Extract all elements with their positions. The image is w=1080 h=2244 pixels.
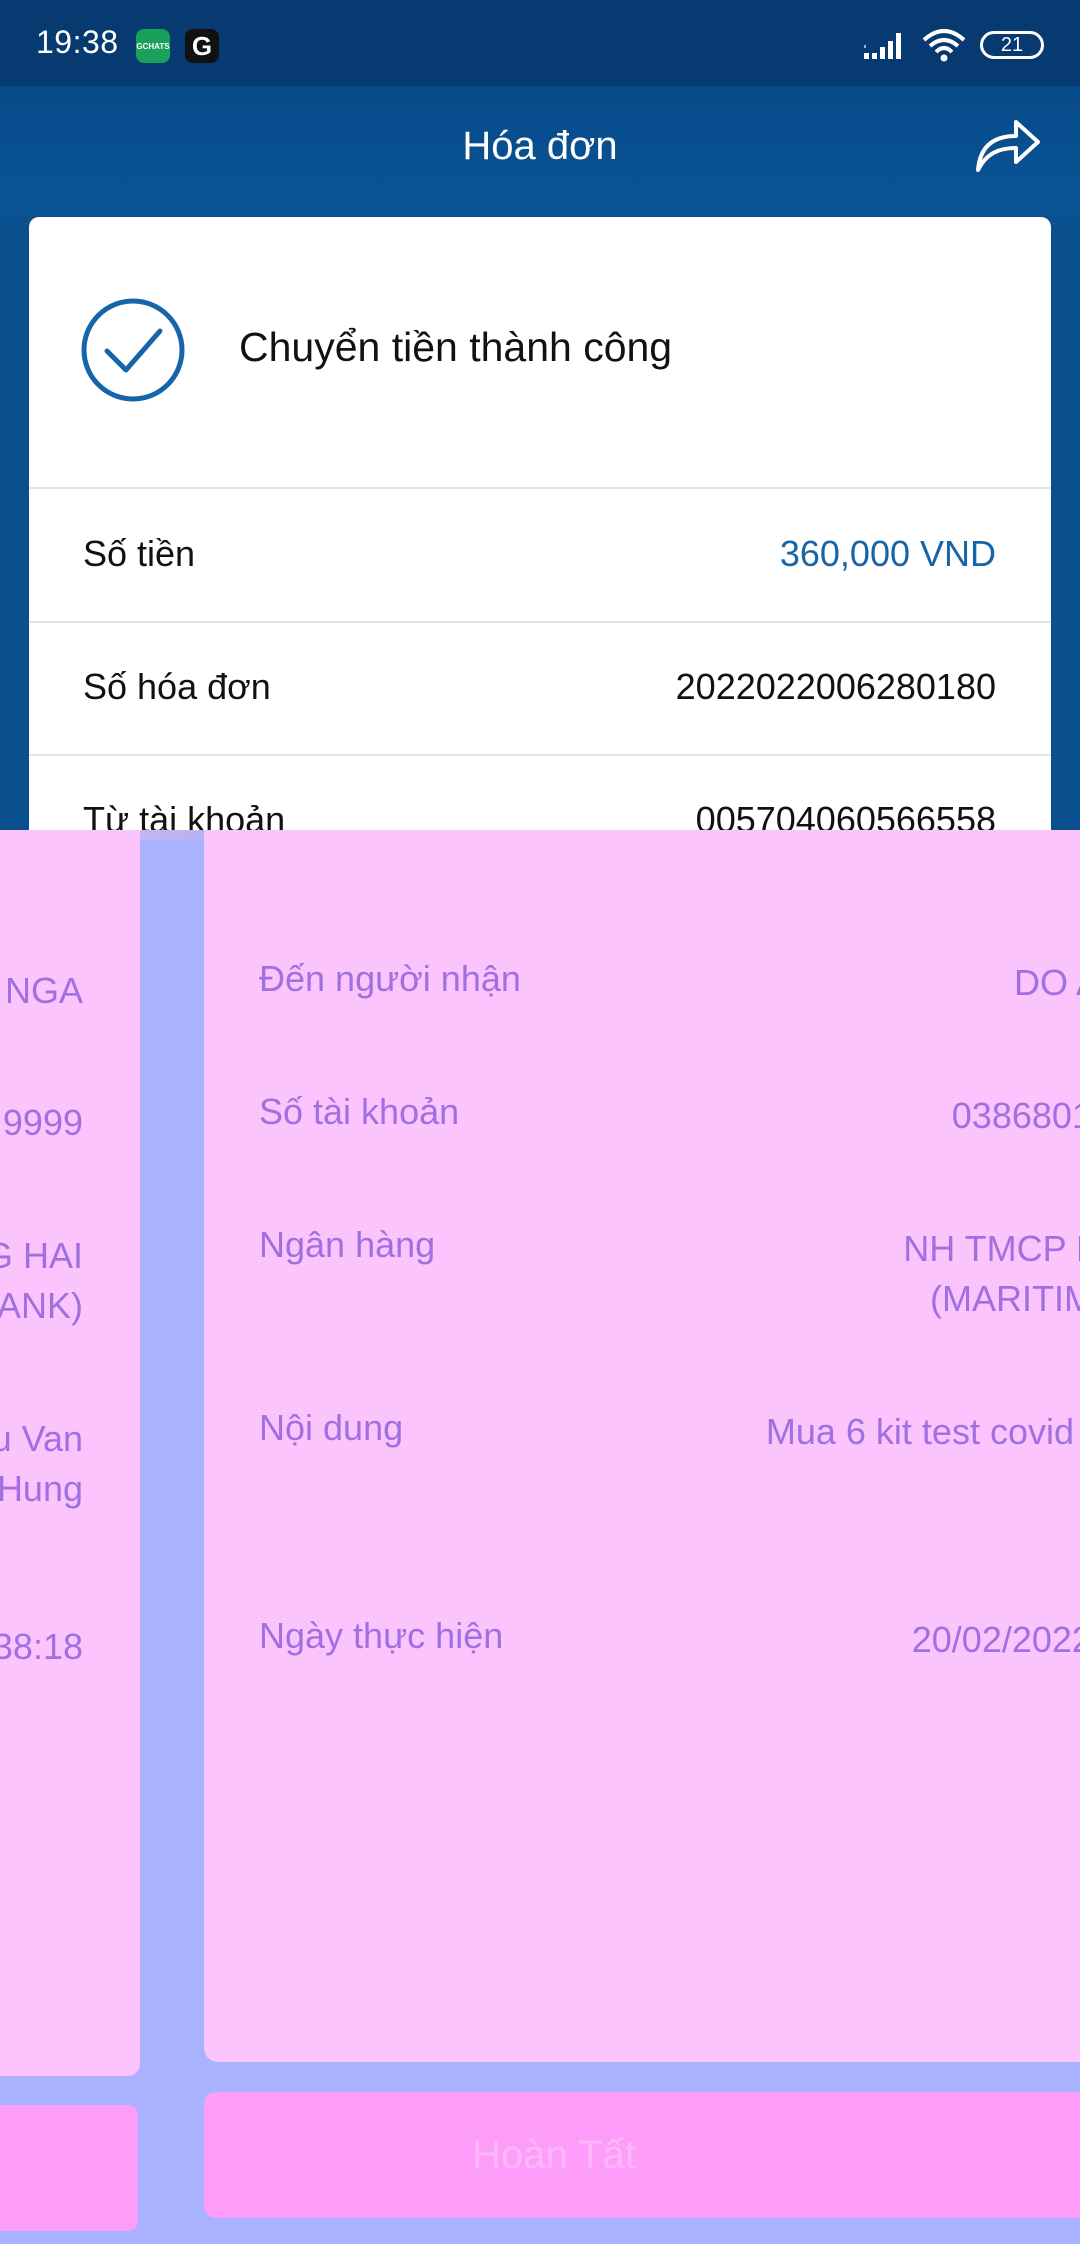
ghost-left-text: ANK)	[0, 1285, 83, 1326]
status-bar: 19:38 GCHATS G 21	[0, 0, 1080, 86]
account-number-label: Số tài khoản	[259, 1091, 460, 1132]
page-title: Hóa đơn	[462, 124, 618, 168]
status-icons: 21	[864, 28, 1044, 62]
content-label: Nội dung	[259, 1407, 404, 1448]
ghost-left-text: 9999	[2, 1102, 83, 1143]
success-row: Chuyển tiền thành công	[29, 217, 1051, 489]
invoice-number-label: Số hóa đơn	[83, 666, 271, 707]
done-button-label: Hoàn Tất	[472, 2132, 636, 2177]
g-app-icon: G	[185, 29, 219, 63]
amount-value: 360,000 VND	[779, 533, 996, 574]
receipt-card: Chuyển tiền thành công Số tiền 360,000 V…	[29, 217, 1051, 837]
from-account-row: Từ tài khoản 005704060566558	[29, 755, 1051, 837]
invoice-number-value: 2022022006280180	[675, 666, 996, 707]
recipient-label: Đến người nhận	[259, 958, 521, 999]
ghost-left-text: Hung	[0, 1468, 83, 1509]
bank-label: Ngân hàng	[259, 1224, 436, 1265]
ghost-left-text: G HAI	[0, 1235, 83, 1276]
signal-icon	[864, 33, 901, 59]
bank-value: NH TMCP HAN	[903, 1228, 1080, 1269]
battery-icon: 21	[980, 31, 1044, 59]
date-value: 20/02/2022 19:	[911, 1619, 1080, 1660]
wifi-icon	[922, 29, 966, 62]
app-bar: Hóa đơn	[0, 86, 1080, 216]
account-number-value: 0386801352	[951, 1095, 1080, 1136]
recipient-value: DO ANH	[1013, 962, 1080, 1003]
ghost-left-card: NGA 9999 G HAI ANK) u Van Hung 38:18	[0, 830, 140, 2076]
gchats-app-icon: GCHATS	[136, 29, 170, 63]
content-value: Mua 6 kit test covid - Ch	[765, 1411, 1080, 1452]
amount-label: Số tiền	[83, 533, 196, 574]
success-message: Chuyển tiền thành công	[239, 324, 673, 370]
ghost-left-button	[0, 2105, 138, 2231]
date-label: Ngày thực hiện	[259, 1615, 504, 1656]
ghost-receipt-card: Đến người nhận DO ANH Số tài khoản 03868…	[204, 830, 1080, 2062]
done-button[interactable]: Hoàn Tất	[204, 2092, 1080, 2218]
overlay-region: NGA 9999 G HAI ANK) u Van Hung 38:18 Đến…	[0, 830, 1080, 2244]
share-icon[interactable]	[972, 114, 1042, 176]
ghost-left-text: u Van	[0, 1418, 83, 1459]
ghost-left-text: 38:18	[0, 1626, 83, 1667]
amount-row: Số tiền 360,000 VND	[29, 489, 1051, 623]
invoice-number-row: Số hóa đơn 2022022006280180	[29, 622, 1051, 756]
bank-value-line2: (MARITIME B	[930, 1278, 1080, 1319]
status-time: 19:38	[36, 24, 119, 60]
ghost-left-text: NGA	[4, 970, 83, 1011]
check-circle-icon	[81, 298, 185, 402]
